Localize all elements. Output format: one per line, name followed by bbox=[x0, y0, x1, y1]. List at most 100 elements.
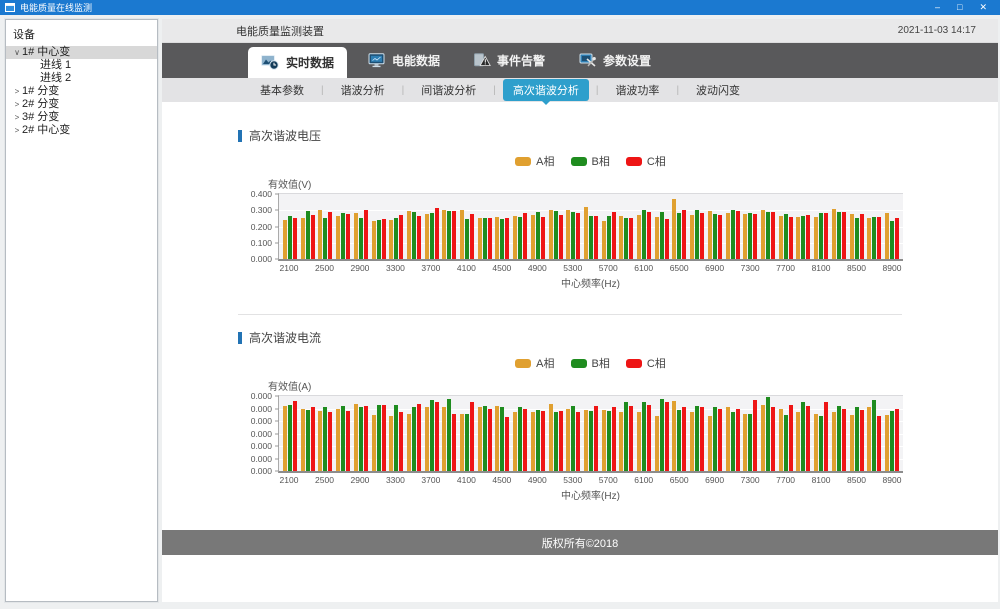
bar bbox=[364, 210, 368, 259]
bar bbox=[377, 220, 381, 259]
bar bbox=[690, 215, 694, 259]
x-tick-label: 4500 bbox=[492, 263, 511, 273]
bar bbox=[837, 212, 841, 259]
tree-item-label: 1# 中心变 bbox=[22, 46, 70, 59]
bar bbox=[488, 409, 492, 472]
bar bbox=[624, 402, 628, 471]
subtab-separator: | bbox=[395, 85, 412, 96]
tab-parameter-settings[interactable]: 参数设置 bbox=[566, 43, 664, 78]
bar bbox=[359, 407, 363, 471]
bar bbox=[743, 214, 747, 259]
bar-group bbox=[566, 194, 580, 259]
subtab-harmonic-power[interactable]: 谐波功率 bbox=[605, 79, 669, 101]
x-tick-cell: 6900 bbox=[708, 475, 722, 485]
bar bbox=[819, 213, 823, 259]
close-button[interactable]: ✕ bbox=[979, 0, 987, 15]
legend-item[interactable]: A相 bbox=[515, 153, 554, 169]
bar bbox=[554, 211, 558, 259]
bar bbox=[700, 407, 704, 471]
bar-group bbox=[726, 194, 740, 259]
bar-group bbox=[672, 396, 686, 471]
bar bbox=[554, 412, 558, 471]
bar-group bbox=[407, 194, 421, 259]
bar-group bbox=[389, 194, 403, 259]
bar bbox=[890, 411, 894, 471]
section-marker bbox=[238, 130, 242, 142]
x-tick-cell: 2900 bbox=[353, 475, 367, 485]
bar bbox=[531, 412, 535, 471]
maximize-button[interactable]: □ bbox=[957, 0, 962, 15]
legend-label: B相 bbox=[592, 355, 610, 371]
x-tick-cell: 4900 bbox=[530, 263, 544, 273]
bar-group bbox=[495, 194, 509, 259]
tree-item[interactable]: >1# 分变 bbox=[6, 85, 157, 98]
bar bbox=[832, 412, 836, 471]
x-tick-cell bbox=[513, 263, 527, 273]
bar bbox=[700, 213, 704, 259]
subtab-harmonic-analysis[interactable]: 谐波分析 bbox=[331, 79, 395, 101]
x-tick-label: 7300 bbox=[741, 475, 760, 485]
bar bbox=[842, 409, 846, 472]
bar bbox=[549, 404, 553, 472]
bar bbox=[513, 412, 517, 471]
bar bbox=[318, 411, 322, 471]
bar bbox=[743, 414, 747, 472]
bar bbox=[677, 410, 681, 471]
tree-item[interactable]: >2# 中心变 bbox=[6, 124, 157, 137]
x-tick-label: 6100 bbox=[634, 263, 653, 273]
y-tick-label: 0.100 bbox=[251, 238, 272, 248]
subtab-interharmonic-analysis[interactable]: 间谐波分析 bbox=[411, 79, 486, 101]
legend-label: C相 bbox=[647, 153, 666, 169]
bar bbox=[311, 407, 315, 471]
x-tick-cell: 8500 bbox=[850, 475, 864, 485]
subtab-flicker[interactable]: 波动闪变 bbox=[686, 79, 750, 101]
chevron-down-icon[interactable]: ∨ bbox=[12, 46, 22, 59]
bar bbox=[559, 215, 563, 259]
bar bbox=[753, 214, 757, 259]
tab-realtime-data[interactable]: 实时数据 bbox=[248, 47, 347, 78]
tab-event-alarm[interactable]: 事件告警 bbox=[461, 43, 558, 78]
parameter-settings-icon bbox=[579, 53, 597, 68]
bar bbox=[682, 407, 686, 471]
tab-energy-data[interactable]: 电能数据 bbox=[355, 43, 453, 78]
tree-item[interactable]: >2# 分变 bbox=[6, 98, 157, 111]
legend-item[interactable]: B相 bbox=[571, 355, 610, 371]
tree-item[interactable]: 进线 2 bbox=[6, 72, 157, 85]
x-tick-cell: 4900 bbox=[530, 475, 544, 485]
legend-item[interactable]: C相 bbox=[626, 355, 666, 371]
legend-item[interactable]: A相 bbox=[515, 355, 554, 371]
x-tick-cell bbox=[619, 475, 633, 485]
bar bbox=[412, 407, 416, 471]
bar bbox=[389, 416, 393, 471]
bar bbox=[465, 219, 469, 259]
chevron-right-icon[interactable]: > bbox=[12, 124, 22, 137]
bar bbox=[283, 220, 287, 259]
x-tick-cell bbox=[867, 263, 881, 273]
bar-group bbox=[655, 194, 669, 259]
tree-item[interactable]: >3# 分变 bbox=[6, 111, 157, 124]
legend-swatch bbox=[515, 157, 531, 166]
bar bbox=[541, 217, 545, 259]
legend-item[interactable]: C相 bbox=[626, 153, 666, 169]
bar bbox=[293, 401, 297, 471]
minimize-button[interactable]: – bbox=[935, 0, 940, 15]
x-tick-cell: 4100 bbox=[459, 475, 473, 485]
subtab-basic-params[interactable]: 基本参数 bbox=[250, 79, 314, 101]
tree-item[interactable]: 进线 1 bbox=[6, 59, 157, 72]
bar bbox=[589, 216, 593, 259]
tree-item[interactable]: ∨1# 中心变 bbox=[6, 46, 157, 59]
chevron-right-icon[interactable]: > bbox=[12, 85, 22, 98]
chevron-right-icon[interactable]: > bbox=[12, 111, 22, 124]
bar bbox=[736, 409, 740, 472]
plot-area: 0.4000.3000.2000.1000.000 bbox=[278, 193, 903, 261]
chevron-right-icon[interactable]: > bbox=[12, 98, 22, 111]
bar bbox=[460, 210, 464, 259]
bars-layer bbox=[279, 194, 903, 259]
legend-item[interactable]: B相 bbox=[571, 153, 610, 169]
bar bbox=[890, 221, 894, 259]
bar bbox=[531, 215, 535, 259]
bar-group bbox=[850, 194, 864, 259]
subtab-high-order-harmonic-analysis[interactable]: 高次谐波分析 bbox=[503, 79, 589, 101]
section-title-label: 高次谐波电流 bbox=[249, 329, 321, 346]
bar-group bbox=[814, 194, 828, 259]
